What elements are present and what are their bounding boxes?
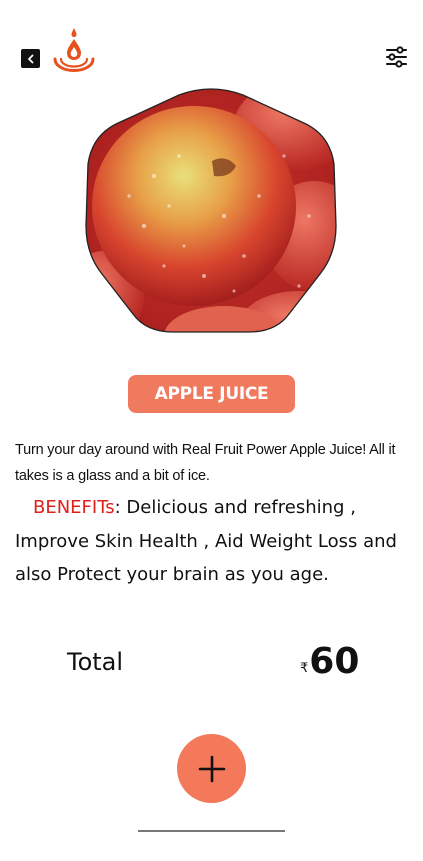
product-name-badge: APPLE JUICE (128, 375, 295, 413)
product-name: APPLE JUICE (154, 384, 269, 404)
product-benefits: BENEFITs: Delicious and refreshing , Imp… (15, 491, 410, 592)
sliders-icon (386, 46, 407, 68)
plus-icon (198, 755, 225, 782)
app-logo (52, 28, 98, 73)
price-amount: 60 (309, 641, 360, 682)
chevron-left-icon (27, 54, 33, 63)
total-label: Total (67, 648, 124, 676)
total-price: ₹ 60 (300, 642, 359, 682)
product-description: Turn your day around with Real Fruit Pow… (15, 442, 396, 484)
benefits-label: BENEFITs (33, 497, 115, 518)
filter-button[interactable] (385, 46, 408, 68)
add-to-cart-button[interactable] (177, 734, 246, 803)
back-button[interactable] (21, 49, 40, 68)
home-indicator[interactable] (138, 830, 285, 832)
product-image (84, 86, 338, 336)
currency-symbol: ₹ (300, 661, 309, 676)
